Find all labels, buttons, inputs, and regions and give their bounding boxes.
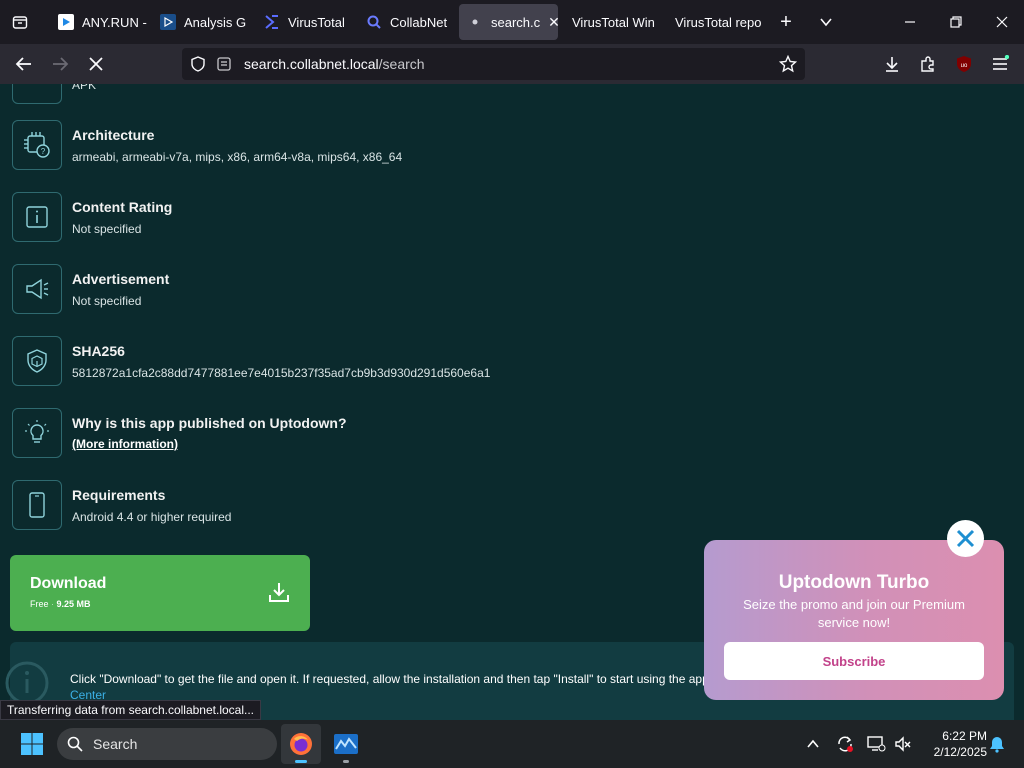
tab-title: VirusTotal Win — [572, 14, 655, 30]
detail-title: Architecture — [72, 127, 155, 143]
megaphone-icon — [12, 264, 62, 314]
tab-virustotal[interactable]: VirusTotal — [256, 4, 356, 40]
app-taskbar-icon[interactable] — [326, 724, 366, 764]
virustotal-icon — [264, 14, 280, 30]
shield-cube-icon — [12, 336, 62, 386]
tab-overview-icon[interactable] — [6, 0, 34, 44]
info-icon — [12, 192, 62, 242]
back-arrow-icon[interactable] — [8, 48, 40, 80]
clock-time: 6:22 PM — [942, 729, 987, 743]
volume-muted-icon[interactable] — [892, 720, 914, 768]
detail-item-sha256: SHA256 5812872a1cfa2c88dd7477881ee7e4015… — [12, 336, 612, 390]
loading-dot-icon — [467, 14, 483, 30]
notification-bell-icon[interactable] — [986, 720, 1008, 768]
close-tab-icon[interactable]: ✕ — [548, 14, 558, 31]
tab-title: Analysis G — [184, 14, 247, 30]
lightbulb-icon — [12, 408, 62, 458]
detail-item-partial: APK — [12, 84, 612, 108]
restore-icon[interactable] — [934, 0, 978, 44]
install-info-text: Click "Download" to get the file and ope… — [70, 672, 713, 686]
detail-value: APK — [72, 84, 97, 92]
promo-title: Uptodown Turbo — [778, 572, 930, 593]
download-button[interactable]: Download Free · 9.25 MB — [10, 555, 310, 631]
download-label: Download — [30, 575, 107, 592]
stop-loading-icon[interactable] — [80, 48, 112, 80]
chip-question-icon: ? — [12, 120, 62, 170]
more-information-link[interactable]: (More information) — [72, 437, 178, 451]
tab-title: VirusTotal — [288, 14, 345, 30]
tab-title: VirusTotal repo — [675, 14, 762, 30]
subscribe-button[interactable]: Subscribe — [724, 642, 984, 680]
svg-text:uo: uo — [961, 63, 968, 69]
detail-item-advertisement: Advertisement Not specified — [12, 264, 612, 318]
address-bar[interactable]: search.collabnet.local/search — [182, 48, 805, 80]
detail-value: armeabi, armeabi-v7a, mips, x86, arm64-v… — [72, 150, 403, 164]
detail-item-requirements: Requirements Android 4.4 or higher requi… — [12, 480, 612, 534]
url-text: search.collabnet.local/search — [244, 56, 425, 72]
tray-chevron-up-icon[interactable] — [802, 720, 824, 768]
close-window-icon[interactable] — [980, 0, 1024, 44]
detail-value: Not specified — [72, 294, 142, 308]
detail-title: Content Rating — [72, 199, 173, 215]
downloads-icon[interactable] — [876, 48, 908, 80]
detail-title: Requirements — [72, 487, 166, 503]
minimize-icon[interactable] — [888, 0, 932, 44]
tab-strip: ANY.RUN - Analysis G VirusTotal CollabNe… — [0, 0, 1024, 44]
file-icon — [12, 84, 62, 104]
sync-icon[interactable] — [834, 720, 856, 768]
detail-title: SHA256 — [72, 343, 125, 359]
tab-search-active[interactable]: search.c ✕ — [459, 4, 558, 40]
windows-start-icon[interactable] — [20, 732, 44, 761]
detail-title: Why is this app published on Uptodown? — [72, 415, 347, 431]
new-tab-icon[interactable]: + — [770, 0, 802, 44]
ublock-icon[interactable]: uo — [948, 48, 980, 80]
tab-virustotal-repo[interactable]: VirusTotal repo — [667, 4, 767, 40]
taskbar: Search 6:22 PM 2/12/2025 — [0, 720, 1024, 768]
firefox-taskbar-icon[interactable] — [281, 724, 321, 764]
bookmark-star-icon[interactable] — [778, 54, 798, 78]
tab-analysis[interactable]: Analysis G — [152, 4, 252, 40]
detail-item-why-published: Why is this app published on Uptodown? (… — [12, 408, 612, 462]
detail-value: Not specified — [72, 222, 142, 236]
search-icon — [67, 736, 83, 757]
tab-collabnet[interactable]: CollabNet — [358, 4, 458, 40]
tab-virustotal-win[interactable]: VirusTotal Win — [564, 4, 664, 40]
analysis-icon — [160, 14, 176, 30]
extensions-icon[interactable] — [912, 48, 944, 80]
tab-list-chevron-icon[interactable] — [810, 0, 842, 44]
download-arrow-icon — [268, 581, 290, 608]
taskbar-search[interactable]: Search — [57, 728, 277, 760]
download-meta: Free · 9.25 MB — [30, 599, 91, 609]
detail-value: 5812872a1cfa2c88dd7477881ee7e4015b237f35… — [72, 366, 491, 380]
status-bar: Transferring data from search.collabnet.… — [0, 700, 262, 720]
network-icon[interactable] — [864, 720, 888, 768]
svg-text:?: ? — [41, 147, 46, 156]
tab-title: CollabNet — [390, 14, 448, 30]
system-clock[interactable]: 6:22 PM 2/12/2025 — [915, 728, 987, 760]
menu-hamburger-icon[interactable] — [984, 48, 1016, 80]
detail-value: Android 4.4 or higher required — [72, 510, 232, 524]
page-info-icon[interactable] — [216, 56, 232, 77]
clock-date: 2/12/2025 — [933, 745, 987, 759]
search-label: Search — [93, 736, 138, 752]
promo-description: Seize the promo and join our Premium ser… — [743, 597, 965, 630]
shield-icon[interactable] — [190, 56, 206, 77]
search-icon — [366, 14, 382, 30]
promo-popup: Uptodown Turbo Seize the promo and join … — [704, 540, 1004, 700]
forward-arrow-icon[interactable] — [44, 48, 76, 80]
tab-anyrun[interactable]: ANY.RUN - — [50, 4, 150, 40]
detail-title: Advertisement — [72, 271, 170, 287]
tab-title: search.c — [491, 14, 541, 30]
tab-title: ANY.RUN - — [82, 14, 147, 30]
anyrun-icon — [58, 14, 74, 30]
phone-icon — [12, 480, 62, 530]
detail-item-architecture: ? Architecture armeabi, armeabi-v7a, mip… — [12, 120, 612, 174]
navigation-bar: search.collabnet.local/search uo — [0, 44, 1024, 84]
promo-close-icon[interactable] — [947, 520, 984, 557]
detail-item-content-rating: Content Rating Not specified — [12, 192, 612, 246]
